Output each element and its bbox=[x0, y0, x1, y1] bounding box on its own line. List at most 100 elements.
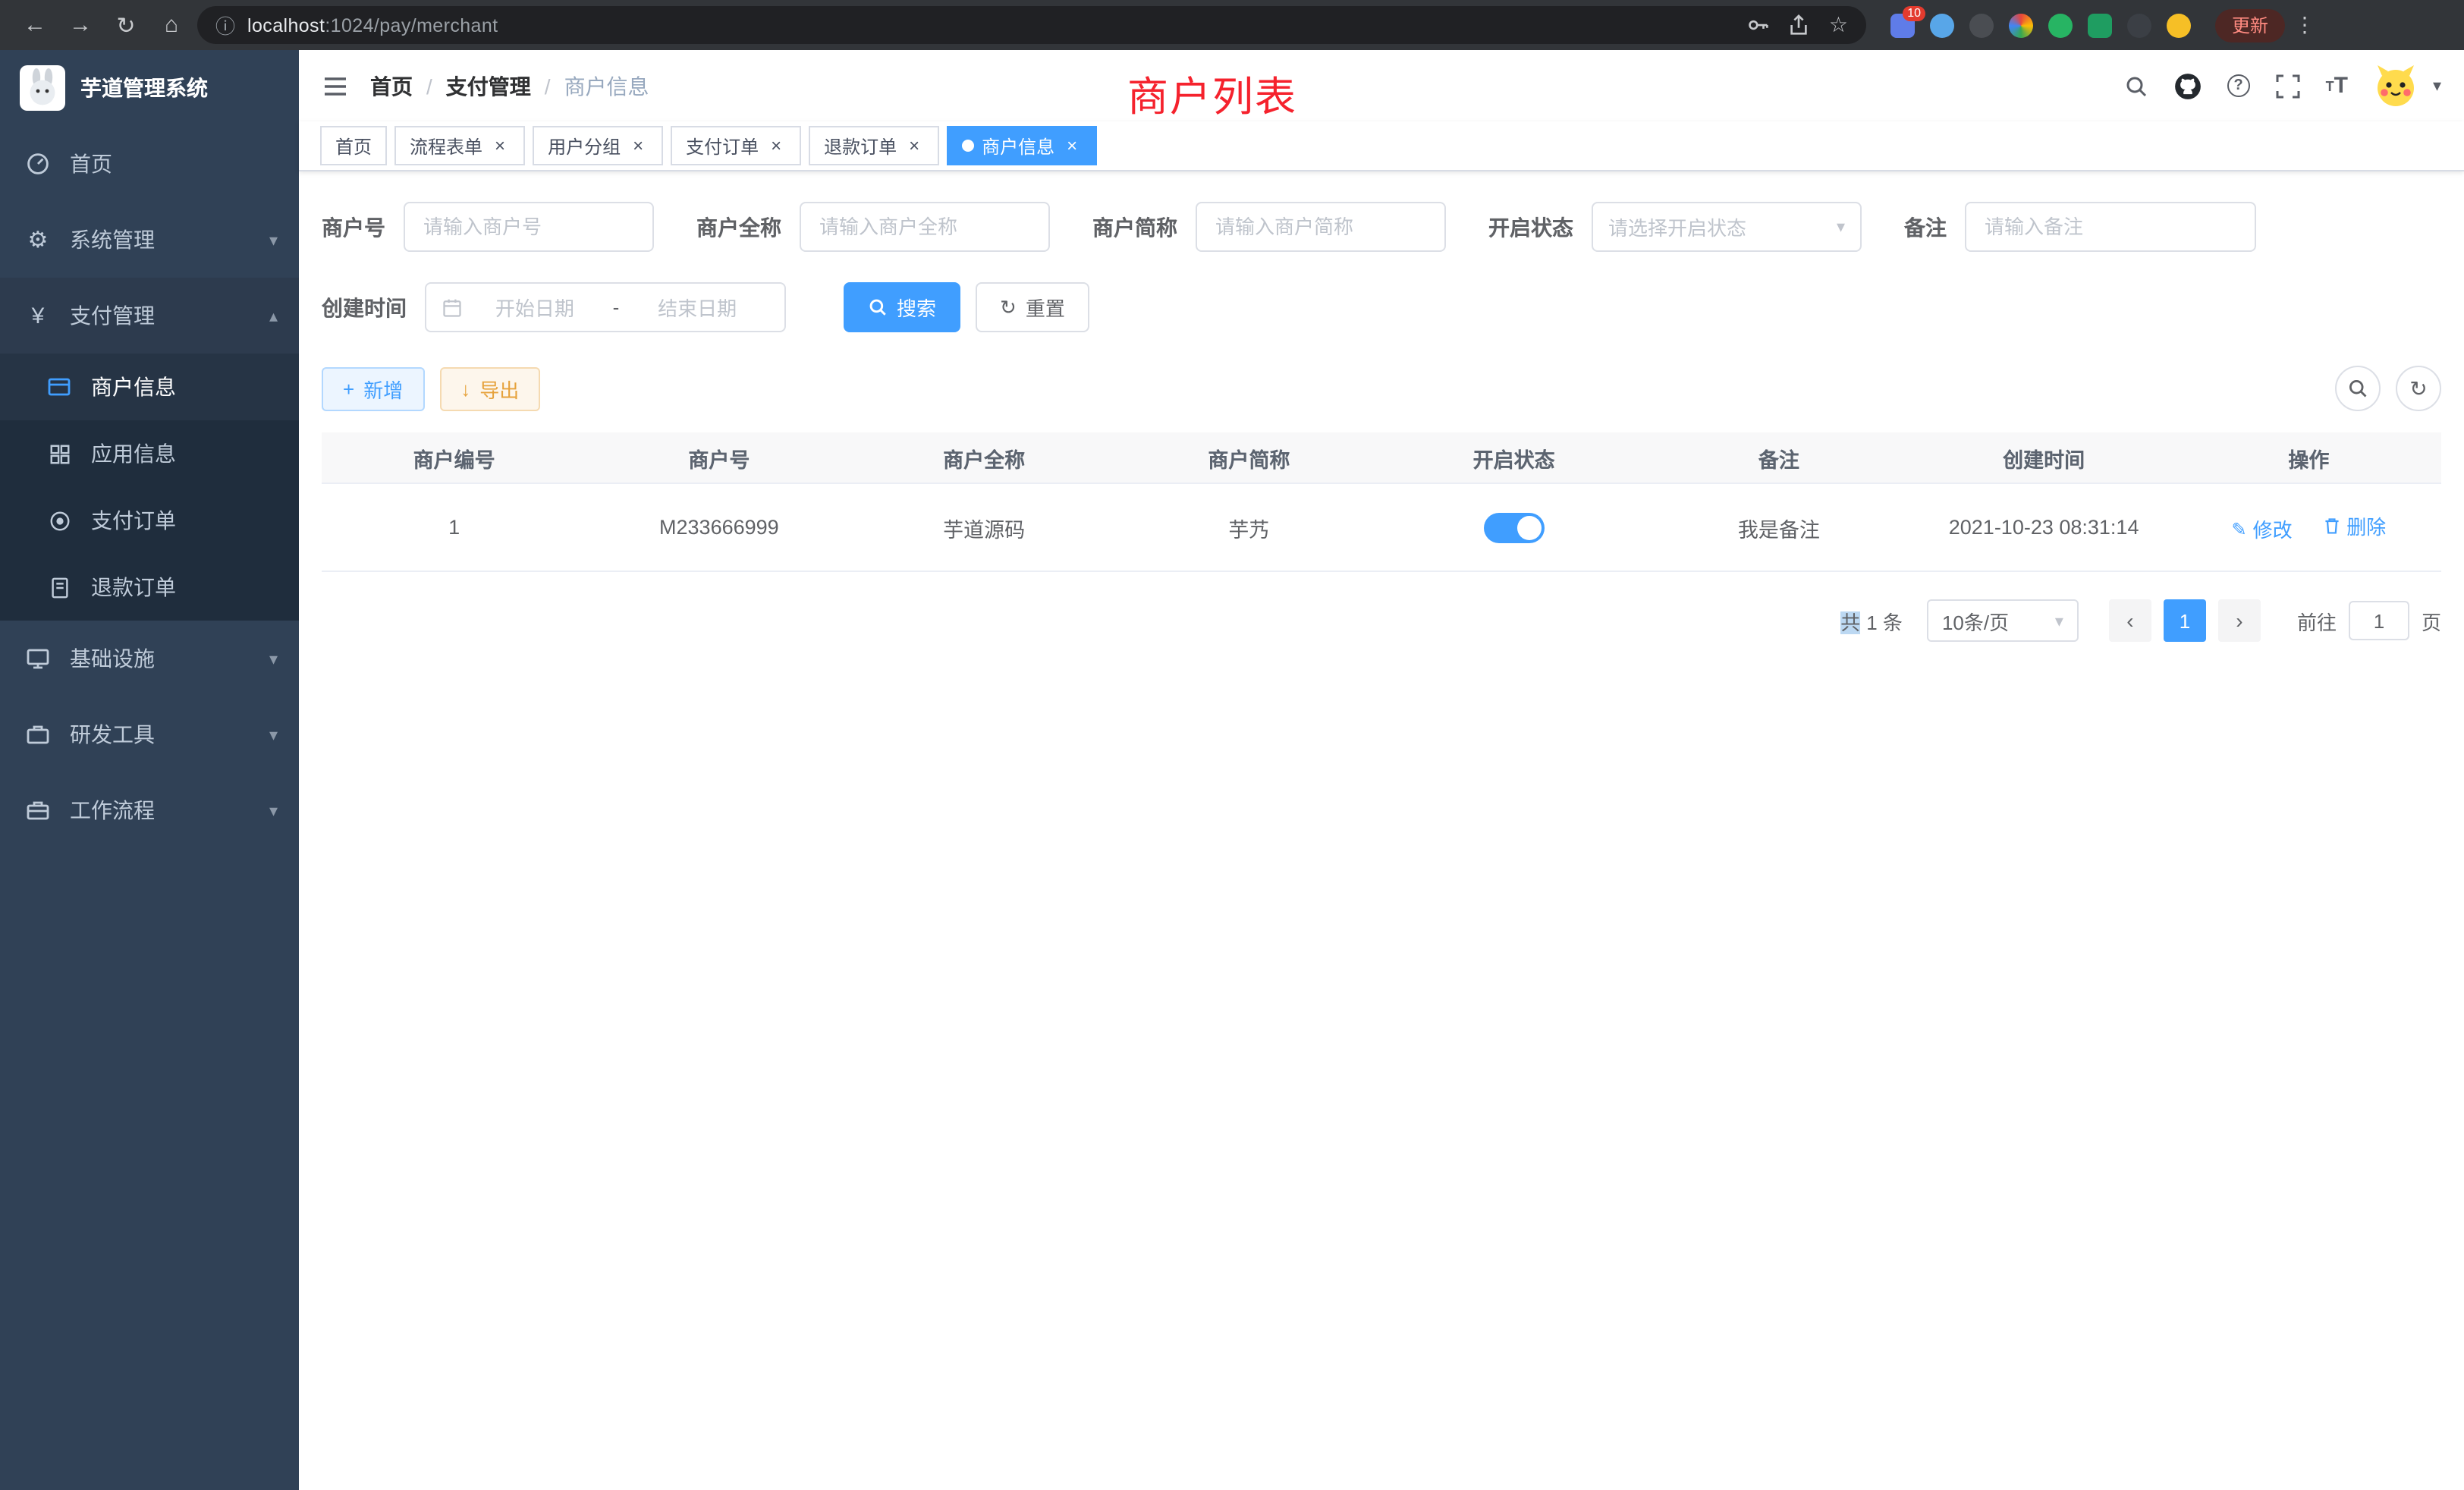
back-icon[interactable]: ← bbox=[15, 12, 55, 38]
toggle-search-button[interactable] bbox=[2335, 366, 2381, 411]
site-info-icon[interactable]: ⓘ bbox=[215, 11, 235, 39]
sidebar-item-infra[interactable]: 基础设施 ▾ bbox=[0, 621, 299, 696]
full-name-input[interactable] bbox=[800, 202, 1050, 252]
close-icon[interactable]: × bbox=[766, 135, 786, 156]
sidebar-item-devtools[interactable]: 研发工具 ▾ bbox=[0, 696, 299, 772]
url-bar[interactable]: ⓘ localhost:1024/pay/merchant ☆ bbox=[197, 6, 1866, 44]
gear-icon: ⚙ bbox=[21, 226, 55, 253]
trash-icon bbox=[2322, 516, 2340, 536]
sidebar-item-label: 基础设施 bbox=[70, 643, 269, 674]
goto-page-input[interactable] bbox=[2349, 601, 2409, 640]
tab-process-form[interactable]: 流程表单× bbox=[394, 126, 525, 165]
page-size-select[interactable]: 10条/页 ▾ bbox=[1927, 599, 2079, 642]
status-select[interactable]: 请选择开启状态 ▾ bbox=[1592, 202, 1862, 252]
short-name-input[interactable] bbox=[1196, 202, 1446, 252]
sidebar-item-payment[interactable]: ¥ 支付管理 ▴ bbox=[0, 278, 299, 354]
refresh-table-button[interactable]: ↻ bbox=[2396, 366, 2441, 411]
close-icon[interactable]: × bbox=[490, 135, 510, 156]
sidebar-item-home[interactable]: 首页 bbox=[0, 126, 299, 202]
home-icon[interactable]: ⌂ bbox=[152, 12, 191, 38]
github-icon[interactable] bbox=[2174, 72, 2202, 99]
font-size-icon[interactable]: TT bbox=[2326, 73, 2348, 99]
add-button[interactable]: +新增 bbox=[322, 366, 424, 410]
status-toggle[interactable] bbox=[1484, 512, 1545, 542]
browser-menu-icon[interactable]: ⋮ bbox=[2291, 12, 2318, 38]
user-avatar[interactable] bbox=[2374, 63, 2419, 108]
forward-icon[interactable]: → bbox=[61, 12, 100, 38]
extension-icon[interactable] bbox=[2167, 13, 2191, 37]
tab-user-group[interactable]: 用户分组× bbox=[533, 126, 663, 165]
next-page-button[interactable]: › bbox=[2218, 599, 2261, 642]
column-header: 商户号 bbox=[586, 442, 851, 473]
sidebar-item-system[interactable]: ⚙ 系统管理 ▾ bbox=[0, 202, 299, 278]
export-button[interactable]: ↓导出 bbox=[439, 366, 540, 410]
bookmark-star-icon[interactable]: ☆ bbox=[1829, 12, 1848, 38]
app-logo[interactable]: 芋道管理系统 bbox=[0, 50, 299, 126]
toolbox-icon bbox=[21, 722, 55, 747]
search-icon[interactable] bbox=[2124, 74, 2148, 98]
column-header: 商户编号 bbox=[322, 442, 586, 473]
refresh-icon: ↻ bbox=[1000, 295, 1017, 319]
cell-short-name: 芋艿 bbox=[1117, 512, 1381, 542]
close-icon[interactable]: × bbox=[1062, 135, 1082, 156]
extension-icon[interactable] bbox=[2009, 13, 2033, 37]
column-header: 开启状态 bbox=[1381, 442, 1646, 473]
breadcrumb-payment[interactable]: 支付管理 bbox=[446, 71, 531, 101]
briefcase-icon bbox=[21, 798, 55, 822]
remark-input[interactable] bbox=[1965, 202, 2256, 252]
breadcrumb-home[interactable]: 首页 bbox=[370, 71, 413, 101]
sidebar-item-label: 研发工具 bbox=[70, 719, 269, 750]
caret-down-icon[interactable]: ▾ bbox=[2433, 76, 2441, 96]
sidebar-item-label: 支付订单 bbox=[91, 505, 278, 536]
password-key-icon[interactable] bbox=[1747, 14, 1770, 36]
extension-puzzle-icon[interactable]: 10 bbox=[1890, 13, 1915, 37]
plus-icon: + bbox=[343, 377, 354, 400]
column-header: 商户全称 bbox=[852, 442, 1117, 473]
screen: ← → ↻ ⌂ ⓘ localhost:1024/pay/merchant ☆ … bbox=[0, 0, 2464, 1490]
sidebar-item-pay-order[interactable]: 支付订单 bbox=[0, 487, 299, 554]
tab-merchant-info[interactable]: 商户信息× bbox=[947, 126, 1097, 165]
share-icon[interactable] bbox=[1788, 14, 1811, 36]
fullscreen-icon[interactable] bbox=[2276, 74, 2300, 98]
edit-link[interactable]: ✎修改 bbox=[2232, 515, 2293, 544]
chevron-down-icon: ▾ bbox=[269, 230, 278, 250]
close-icon[interactable]: × bbox=[904, 135, 924, 156]
merchant-no-input[interactable] bbox=[404, 202, 654, 252]
create-time-range[interactable]: 开始日期 - 结束日期 bbox=[425, 282, 786, 332]
prev-page-button[interactable]: ‹ bbox=[2109, 599, 2151, 642]
card-icon bbox=[42, 375, 76, 399]
extension-icon[interactable] bbox=[2088, 13, 2112, 37]
sidebar-item-merchant-info[interactable]: 商户信息 bbox=[0, 354, 299, 420]
cell-full-name: 芋道源码 bbox=[852, 512, 1117, 542]
sidebar-item-workflow[interactable]: 工作流程 ▾ bbox=[0, 772, 299, 848]
active-dot bbox=[962, 140, 974, 152]
sidebar-item-refund-order[interactable]: 退款订单 bbox=[0, 554, 299, 621]
sidebar-toggle-icon[interactable] bbox=[322, 72, 349, 99]
end-date-placeholder: 结束日期 bbox=[625, 293, 769, 322]
browser-update-button[interactable]: 更新 bbox=[2215, 8, 2285, 42]
search-button[interactable]: 搜索 bbox=[844, 282, 960, 332]
close-icon[interactable]: × bbox=[628, 135, 648, 156]
refresh-icon: ↻ bbox=[2409, 376, 2427, 401]
range-separator: - bbox=[613, 296, 620, 319]
target-icon bbox=[42, 509, 76, 532]
tab-home[interactable]: 首页 bbox=[320, 126, 387, 165]
page-1-button[interactable]: 1 bbox=[2164, 599, 2206, 642]
extension-icon[interactable] bbox=[1930, 13, 1954, 37]
cell-actions: ✎修改 删除 bbox=[2176, 511, 2441, 544]
top-navbar: 首页 / 支付管理 / 商户信息 商户列表 ? TT bbox=[299, 50, 2464, 121]
sidebar-item-app-info[interactable]: 应用信息 bbox=[0, 420, 299, 487]
delete-link[interactable]: 删除 bbox=[2322, 511, 2386, 540]
help-icon[interactable]: ? bbox=[2227, 74, 2250, 97]
reset-button[interactable]: ↻ 重置 bbox=[976, 282, 1089, 332]
extension-icon[interactable] bbox=[2048, 13, 2073, 37]
sidebar-item-label: 退款订单 bbox=[91, 572, 278, 602]
extension-icon[interactable] bbox=[2127, 13, 2151, 37]
merchant-table: 商户编号 商户号 商户全称 商户简称 开启状态 备注 创建时间 操作 1 M23… bbox=[322, 432, 2441, 572]
tab-pay-order[interactable]: 支付订单× bbox=[671, 126, 801, 165]
extension-icon[interactable] bbox=[1969, 13, 1994, 37]
reload-icon[interactable]: ↻ bbox=[106, 11, 146, 39]
logo-rabbit-icon bbox=[20, 65, 65, 111]
tabs-bar: 首页 流程表单× 用户分组× 支付订单× 退款订单× 商户信息× bbox=[299, 121, 2464, 171]
tab-refund-order[interactable]: 退款订单× bbox=[809, 126, 939, 165]
